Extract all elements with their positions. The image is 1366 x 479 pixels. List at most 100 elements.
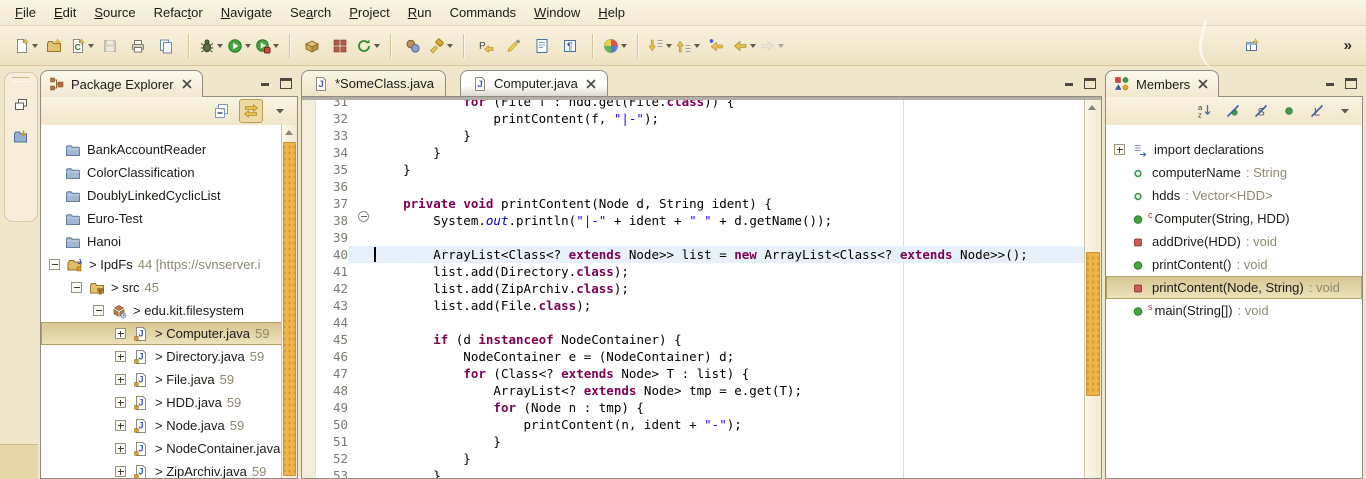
- code-line-46[interactable]: 46 NodeContainer e = (NodeContainer) d;: [315, 348, 1085, 365]
- tree-item-doublylinkedcycliclist[interactable]: DoublyLinkedCyclicList: [41, 184, 297, 207]
- collapse-icon[interactable]: [49, 259, 60, 270]
- package-explorer-scrollbar[interactable]: [281, 125, 297, 478]
- tree-item-colorclassification[interactable]: ColorClassification: [41, 161, 297, 184]
- member-item-printcontent[interactable]: printContent() : void: [1106, 253, 1362, 276]
- tree-item-ipdfs[interactable]: J> IpdFs44 [https://svnserver.i: [41, 253, 297, 276]
- menu-project[interactable]: Project: [340, 2, 398, 23]
- member-item-printcontent-node-string[interactable]: printContent(Node, String) : void: [1106, 276, 1362, 299]
- code-line-41[interactable]: 41 list.add(Directory.class);: [315, 263, 1085, 280]
- refresh-button[interactable]: [354, 33, 382, 59]
- tree-item-file-java[interactable]: J> File.java59: [41, 368, 297, 391]
- hide-static-button[interactable]: S: [1250, 100, 1272, 122]
- expand-icon[interactable]: [115, 374, 126, 385]
- tree-item-node-java[interactable]: J> Node.java59: [41, 414, 297, 437]
- menu-help[interactable]: Help: [589, 2, 634, 23]
- dropdown-arrow-icon[interactable]: [666, 44, 672, 48]
- next-annotation-button[interactable]: [646, 33, 674, 59]
- editor-tab-someclass-java[interactable]: J*SomeClass.java: [301, 70, 446, 96]
- tree-item-nodecontainer-java[interactable]: J> NodeContainer.java: [41, 437, 297, 460]
- close-icon[interactable]: [1198, 79, 1208, 89]
- code-line-51[interactable]: 51 }: [315, 433, 1085, 450]
- last-edit-location-button[interactable]: P: [472, 33, 500, 59]
- code-line-36[interactable]: 36: [315, 178, 1085, 195]
- perspective-overflow-icon[interactable]: »: [1344, 37, 1352, 54]
- expand-icon[interactable]: [115, 351, 126, 362]
- restore-views-button[interactable]: [9, 92, 33, 118]
- expand-icon[interactable]: [115, 397, 126, 408]
- code-line-45[interactable]: 45 if (d instanceof NodeContainer) {: [315, 331, 1085, 348]
- code-line-33[interactable]: 33 }: [315, 127, 1085, 144]
- code-line-50[interactable]: 50 printContent(n, ident + "-");: [315, 416, 1085, 433]
- dropdown-arrow-icon[interactable]: [621, 44, 627, 48]
- minimize-view-button[interactable]: [260, 77, 270, 87]
- dropdown-arrow-icon[interactable]: [273, 44, 279, 48]
- dropdown-arrow-icon[interactable]: [217, 44, 223, 48]
- code-line-52[interactable]: 52 }: [315, 450, 1085, 467]
- hide-local-button[interactable]: L: [1306, 100, 1328, 122]
- minimize-view-button[interactable]: [1325, 77, 1335, 87]
- maximize-view-button[interactable]: [1084, 78, 1096, 89]
- menu-file[interactable]: File: [6, 2, 45, 23]
- dropdown-arrow-icon[interactable]: [694, 44, 700, 48]
- member-item-main-string[interactable]: smain(String[]) : void: [1106, 299, 1362, 322]
- hide-nonpublic-button[interactable]: [1278, 100, 1300, 122]
- open-type-button[interactable]: [399, 33, 427, 59]
- dropdown-arrow-icon[interactable]: [32, 44, 38, 48]
- scrollbar-thumb[interactable]: [1086, 252, 1100, 396]
- member-item-adddrive-hdd[interactable]: addDrive(HDD) : void: [1106, 230, 1362, 253]
- back-button[interactable]: [730, 33, 758, 59]
- tree-item-hdd-java[interactable]: J> HDD.java59: [41, 391, 297, 414]
- menu-search[interactable]: Search: [281, 2, 340, 23]
- member-item-import-declarations[interactable]: import declarations: [1106, 138, 1362, 161]
- code-line-31[interactable]: 31 for (File f : hdd.get(File.class)) {: [315, 100, 1085, 110]
- members-view-tab[interactable]: Members: [1105, 70, 1219, 97]
- dropdown-arrow-icon[interactable]: [778, 44, 784, 48]
- show-source-button[interactable]: [528, 33, 556, 59]
- dropdown-arrow-icon[interactable]: [447, 44, 453, 48]
- member-item-computername[interactable]: computerName : String: [1106, 161, 1362, 184]
- tree-item-edu-kit-filesystem[interactable]: > edu.kit.filesystem: [41, 299, 297, 322]
- editor-scrollbar[interactable]: [1084, 100, 1101, 478]
- collapse-icon[interactable]: [71, 282, 82, 293]
- search-button[interactable]: [427, 33, 455, 59]
- view-menu-button[interactable]: [1334, 100, 1356, 122]
- expand-icon[interactable]: [115, 443, 126, 454]
- dropdown-arrow-icon[interactable]: [245, 44, 251, 48]
- menu-commands[interactable]: Commands: [441, 2, 525, 23]
- forward-button[interactable]: [758, 33, 786, 59]
- prev-annotation-button[interactable]: [674, 33, 702, 59]
- scroll-up-icon[interactable]: [285, 130, 293, 135]
- code-line-42[interactable]: 42 list.add(ZipArchiv.class);: [315, 280, 1085, 297]
- code-line-43[interactable]: 43 list.add(File.class);: [315, 297, 1085, 314]
- package-explorer-view-tab[interactable]: Package Explorer: [40, 70, 203, 97]
- menu-source[interactable]: Source: [85, 2, 144, 23]
- maximize-view-button[interactable]: [280, 78, 292, 89]
- new-package-button[interactable]: [40, 33, 68, 59]
- color-wheel-button[interactable]: [601, 33, 629, 59]
- member-item-hdds[interactable]: hdds : Vector<HDD>: [1106, 184, 1362, 207]
- fold-collapse-icon[interactable]: [358, 211, 369, 222]
- new-class-button[interactable]: C: [68, 33, 96, 59]
- tree-item-euro-test[interactable]: Euro-Test: [41, 207, 297, 230]
- menu-window[interactable]: Window: [525, 2, 589, 23]
- collapse-icon[interactable]: [93, 305, 104, 316]
- menu-run[interactable]: Run: [399, 2, 441, 23]
- code-line-37[interactable]: 37 private void printContent(Node d, Str…: [315, 195, 1085, 212]
- scroll-up-icon[interactable]: [1088, 105, 1096, 110]
- dropdown-arrow-icon[interactable]: [374, 44, 380, 48]
- expand-icon[interactable]: [115, 420, 126, 431]
- menu-navigate[interactable]: Navigate: [212, 2, 281, 23]
- tree-item-bankaccountreader[interactable]: BankAccountReader: [41, 138, 297, 161]
- code-line-34[interactable]: 34 }: [315, 144, 1085, 161]
- close-icon[interactable]: [182, 79, 192, 89]
- maximize-view-button[interactable]: [1345, 78, 1357, 89]
- member-item-computer-string-hdd[interactable]: cComputer(String, HDD): [1106, 207, 1362, 230]
- expand-icon[interactable]: [115, 328, 126, 339]
- code-area[interactable]: 31 for (File f : hdd.get(File.class)) {3…: [315, 100, 1085, 478]
- tree-item-src[interactable]: > src45: [41, 276, 297, 299]
- minimize-view-button[interactable]: [1064, 77, 1074, 87]
- code-line-39[interactable]: 39: [315, 229, 1085, 246]
- code-line-32[interactable]: 32 printContent(f, "|-");: [315, 110, 1085, 127]
- code-line-47[interactable]: 47 for (Class<? extends Node> T : list) …: [315, 365, 1085, 382]
- tree-item-hanoi[interactable]: Hanoi: [41, 230, 297, 253]
